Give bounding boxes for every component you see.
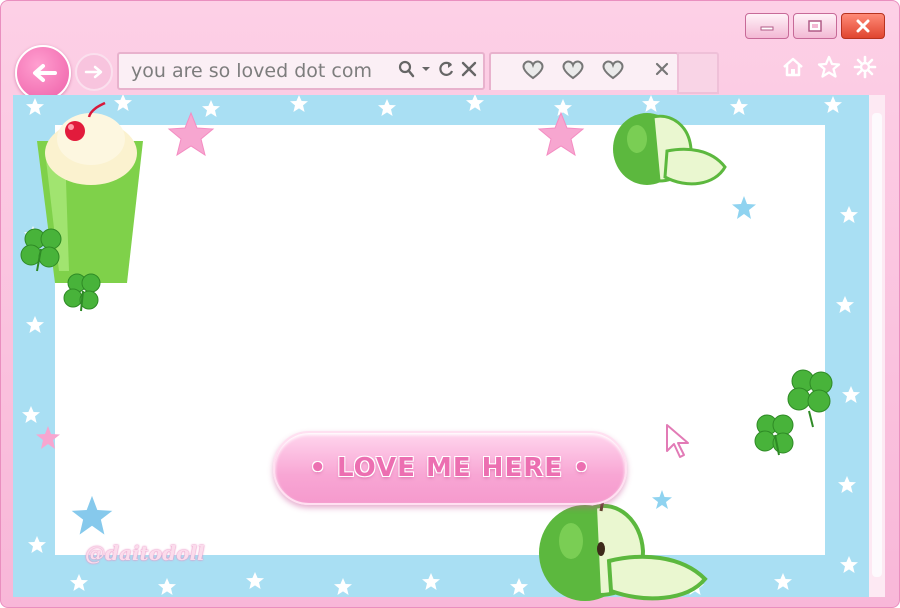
refresh-icon[interactable] [437,60,455,78]
search-icon[interactable] [397,60,415,78]
address-tools [397,60,477,78]
tab-active[interactable] [489,52,679,90]
window-controls [745,13,885,39]
blue-star-icon [732,196,756,219]
star-icon[interactable] [817,55,841,79]
watermark-text: @daitodoll [85,541,205,565]
maximize-button[interactable] [793,13,837,39]
close-icon [856,19,870,33]
minimize-button[interactable] [745,13,789,39]
home-icon[interactable] [781,55,805,79]
scrollbar-thumb[interactable] [872,113,882,577]
four-leaf-clover-icon [754,369,833,456]
gear-icon[interactable] [853,55,877,79]
address-bar[interactable]: you are so loved dot com [117,52,485,90]
pink-star-icon [36,426,60,449]
new-tab-button[interactable] [677,52,719,94]
green-apple-image [613,113,727,186]
forward-arrow-icon [84,65,103,79]
toolbar-right [781,55,877,79]
back-arrow-icon [33,64,57,82]
tab-close-icon[interactable] [655,62,669,76]
love-me-here-button[interactable]: • LOVE ME HERE • [273,431,627,505]
forward-button[interactable] [75,53,113,91]
scrollbar[interactable] [869,95,885,597]
love-me-here-label: • LOVE ME HERE • [309,453,591,483]
heart-icon [602,60,624,80]
navigation-bar: you are so loved dot com [1,41,899,101]
dropdown-caret-icon[interactable] [421,60,431,78]
pink-star-icon [167,111,215,157]
maximize-icon [808,20,822,32]
title-bar [1,1,899,45]
four-leaf-clover-icon [20,228,101,312]
close-window-button[interactable] [841,13,885,39]
blue-star-icon [67,491,117,540]
address-text: you are so loved dot com [131,60,372,82]
browser-window: you are so loved dot com • LOVE ME HERE … [0,0,900,608]
pink-star-icon [537,111,585,157]
heart-icon [522,60,544,80]
minimize-icon [760,26,774,31]
back-button[interactable] [15,45,71,101]
heart-icon [562,60,584,80]
green-apple-image [539,498,708,601]
tab-hearts [521,60,625,80]
cursor-pointer-icon [666,424,689,458]
stop-icon[interactable] [461,60,477,78]
